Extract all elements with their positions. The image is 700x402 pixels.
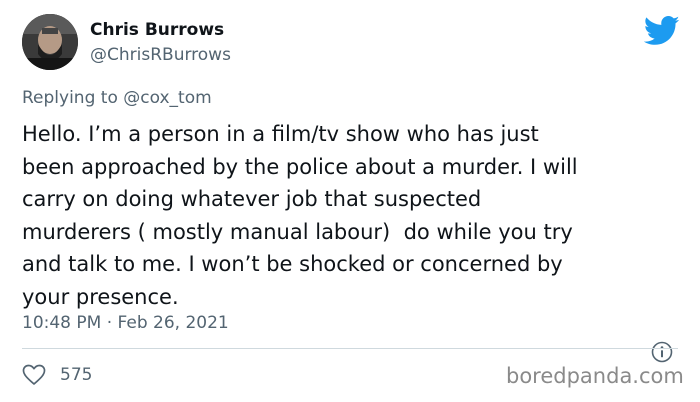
tweet-text-line: been approached by the police about a mu…	[22, 154, 578, 179]
info-icon[interactable]	[651, 341, 673, 363]
like-count: 575	[60, 365, 93, 385]
tweet-text-line: Hello. I’m a person in a film/tv show wh…	[22, 122, 539, 146]
tweet-text: Hello. I’m a person in a film/tv show wh…	[22, 118, 682, 313]
tweet-text-line: murderers ( mostly manual labour) do whi…	[22, 219, 573, 244]
author-handle[interactable]: @ChrisRBurrows	[90, 45, 231, 65]
tweet-timestamp[interactable]: 10:48 PM · Feb 26, 2021	[22, 313, 229, 333]
avatar-photo	[22, 14, 78, 70]
replying-to-prefix: Replying to	[22, 88, 124, 108]
tweet-text-line: carry on doing whatever job that suspect…	[22, 187, 482, 211]
divider	[22, 348, 678, 349]
reply-mention-link[interactable]: @cox_tom	[123, 88, 211, 108]
replying-to: Replying to @cox_tom	[22, 88, 212, 108]
tweet-card: Chris Burrows @ChrisRBurrows Replying to…	[0, 0, 700, 402]
heart-icon	[22, 364, 46, 385]
watermark: boredpanda.com	[506, 364, 684, 388]
twitter-bird-icon[interactable]	[644, 16, 680, 46]
tweet-text-line: and talk to me. I won’t be shocked or co…	[22, 252, 563, 276]
tweet-text-line: your presence.	[22, 284, 179, 309]
author-name[interactable]: Chris Burrows	[90, 20, 224, 40]
avatar[interactable]	[22, 14, 78, 70]
like-button[interactable]: 575	[22, 364, 92, 386]
